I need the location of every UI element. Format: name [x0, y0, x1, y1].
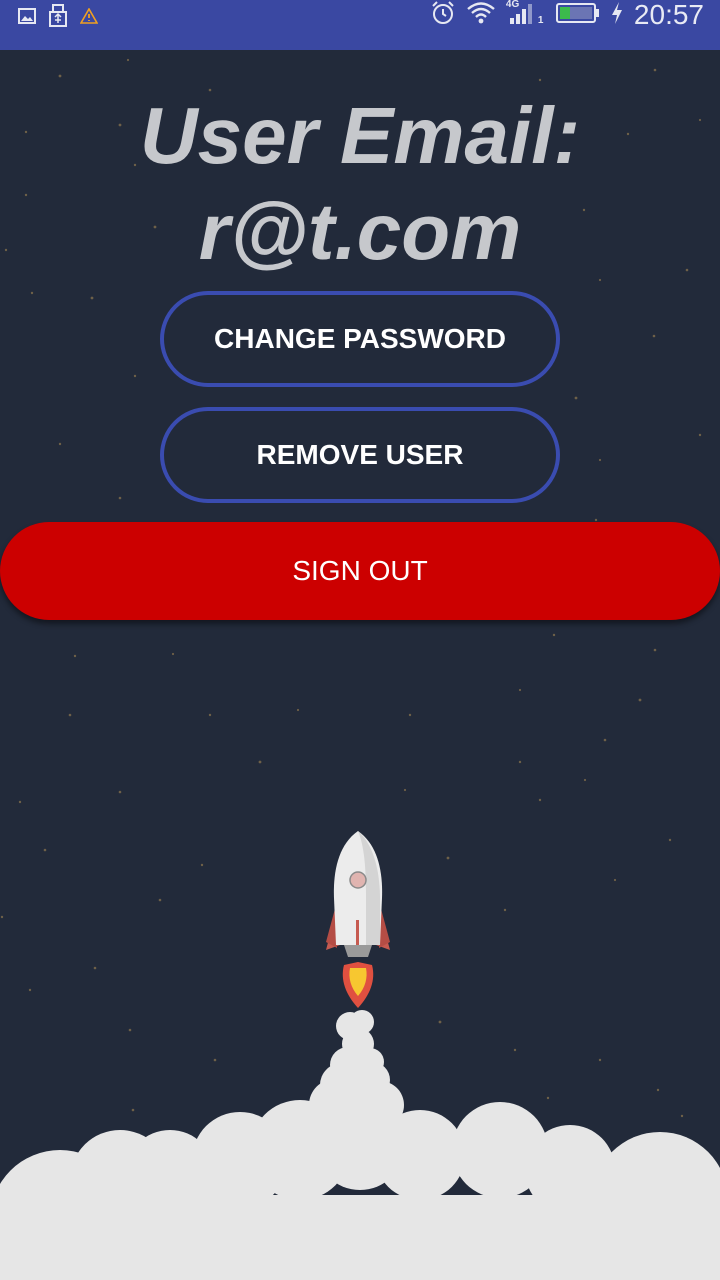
rocket-illustration: [326, 831, 390, 1008]
alarm-icon: [430, 0, 456, 31]
account-screen: User Email: r@t.com CHANGE PASSWORD REMO…: [0, 50, 720, 1280]
status-bar: 4G 1 20:57: [0, 0, 720, 50]
warning-icon: [79, 7, 99, 29]
image-icon: [18, 7, 36, 30]
wifi-icon: [466, 1, 496, 30]
change-password-button[interactable]: CHANGE PASSWORD: [160, 291, 560, 387]
clock: 20:57: [633, 0, 704, 30]
system-icons: 4G 1 20:57: [430, 0, 704, 30]
notification-icons: [18, 4, 99, 33]
smoke-cloud: [0, 1010, 720, 1280]
sign-out-button[interactable]: SIGN OUT: [0, 522, 720, 620]
email-label: User Email:: [139, 91, 581, 180]
user-email-heading: User Email: r@t.com: [0, 88, 720, 280]
remove-user-button[interactable]: REMOVE USER: [160, 407, 560, 503]
sim-slot-label: 1: [537, 15, 544, 26]
battery-icon: [555, 2, 600, 29]
signal-icon: 4G 1: [506, 0, 546, 29]
email-value: r@t.com: [198, 187, 522, 276]
charging-icon: [610, 1, 624, 30]
usb-icon: [48, 4, 68, 33]
